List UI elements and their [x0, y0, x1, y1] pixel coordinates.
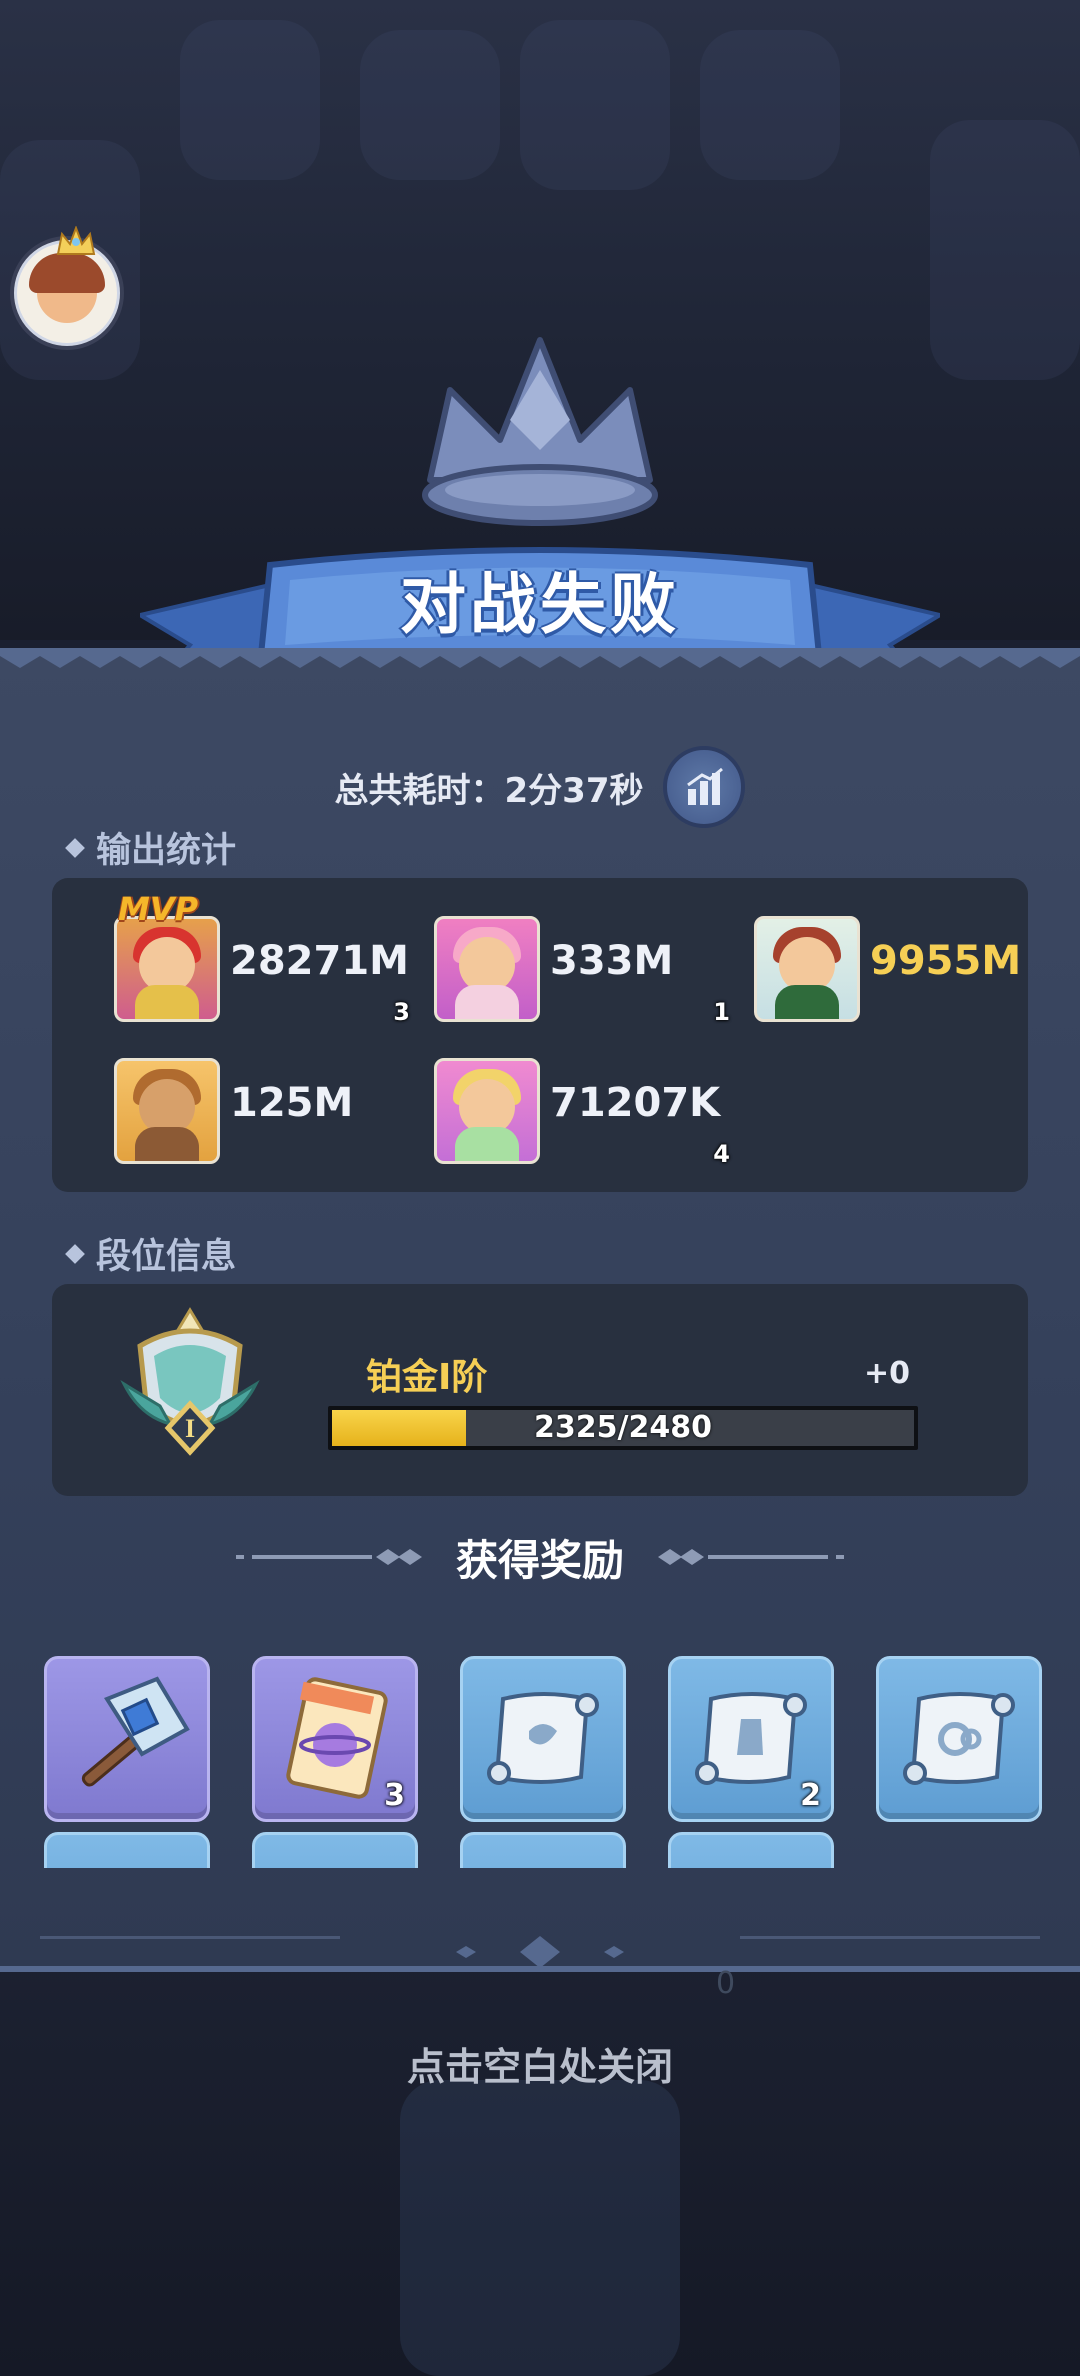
rank-emblem-numeral: I — [185, 1414, 195, 1443]
stats-detail-button[interactable] — [663, 746, 746, 828]
hero-damage-entry[interactable]: 4 71207K — [434, 1058, 734, 1168]
hero-damage-value: 71207K — [550, 1080, 721, 1126]
output-stats-label: 输出统计 — [96, 831, 237, 871]
hero-damage-entry[interactable]: 125M — [114, 1058, 414, 1168]
hammer-icon — [81, 1676, 190, 1787]
reward-item[interactable] — [668, 1832, 834, 1868]
reward-item[interactable] — [460, 1832, 626, 1868]
reward-count: 3 — [384, 1778, 405, 1813]
panel-top-border — [0, 648, 1080, 668]
hero-damage-entry[interactable]: MVP 3 28271M — [114, 890, 414, 1026]
platinum-rank-emblem-icon: I — [120, 1307, 260, 1456]
diamond-bullet-icon — [65, 1243, 85, 1264]
reward-item[interactable] — [460, 1656, 626, 1822]
rank-info-label: 段位信息 — [96, 1237, 237, 1277]
scroll-icon — [903, 1692, 1015, 1785]
total-time-row: 总共耗时：2分37秒 — [0, 746, 1080, 828]
hero-damage-entry[interactable]: 9955M — [754, 916, 1054, 1026]
output-stats-card: MVP 3 28271M 1 333M 9955M 125M 4 71207K — [52, 878, 1028, 1192]
left-ornament-icon — [235, 1549, 422, 1565]
reward-count: 2 — [800, 1778, 821, 1813]
battle-background[interactable] — [0, 0, 1080, 640]
background-heart-count: 0 — [716, 1966, 736, 2001]
rank-progress-bar: 2325/2480 — [328, 1406, 918, 1450]
reward-item[interactable]: 2 — [668, 1656, 834, 1822]
mvp-badge: MVP — [118, 890, 199, 928]
rank-info-header: 段位信息 — [65, 1228, 237, 1279]
reward-item[interactable] — [252, 1832, 418, 1868]
hero-level: 1 — [713, 998, 730, 1026]
right-ornament-icon — [658, 1549, 844, 1565]
bar-chart-icon — [687, 767, 724, 805]
rank-progress-text: 2325/2480 — [534, 1410, 712, 1445]
avatar-crown-icon — [56, 226, 96, 255]
hero-portrait — [754, 916, 860, 1022]
total-time-text: 总共耗时：2分37秒 — [334, 770, 644, 811]
crown-emblem-icon — [422, 337, 658, 526]
reward-item[interactable] — [44, 1656, 210, 1822]
rewards-header: 获得奖励 — [0, 1522, 1080, 1592]
hero-portrait — [434, 916, 540, 1022]
rank-points-delta: +0 — [864, 1356, 911, 1391]
reward-item[interactable] — [44, 1832, 210, 1868]
rewards-title: 获得奖励 — [455, 1535, 624, 1585]
hero-level: 3 — [393, 998, 410, 1026]
rank-name: 铂金I阶 — [366, 1357, 488, 1398]
reward-item[interactable] — [876, 1656, 1042, 1822]
hero-damage-value: 333M — [550, 938, 674, 984]
tap-to-close-hint[interactable]: 点击空白处关闭 — [0, 2036, 1080, 2091]
diamond-bullet-icon — [65, 837, 85, 858]
hero-level: 4 — [713, 1140, 730, 1168]
hero-damage-value: 9955M — [870, 938, 1022, 984]
hero-damage-value: 28271M — [230, 938, 409, 984]
reward-item[interactable]: 3 — [252, 1656, 418, 1822]
hero-portrait — [434, 1058, 540, 1164]
hero-portrait — [114, 916, 220, 1022]
background-hero-silhouette — [400, 2080, 680, 2376]
hero-portrait — [114, 1058, 220, 1164]
output-stats-header: 输出统计 — [65, 822, 237, 873]
rewards-grid[interactable]: 3 2 — [44, 1652, 1044, 1868]
scroll-icon — [487, 1692, 599, 1785]
panel-bottom-ornament — [40, 1936, 1040, 1968]
hero-damage-value: 125M — [230, 1080, 354, 1126]
battle-result-title: 对战失败 — [400, 566, 680, 643]
hero-damage-entry[interactable]: 1 333M — [434, 916, 734, 1026]
